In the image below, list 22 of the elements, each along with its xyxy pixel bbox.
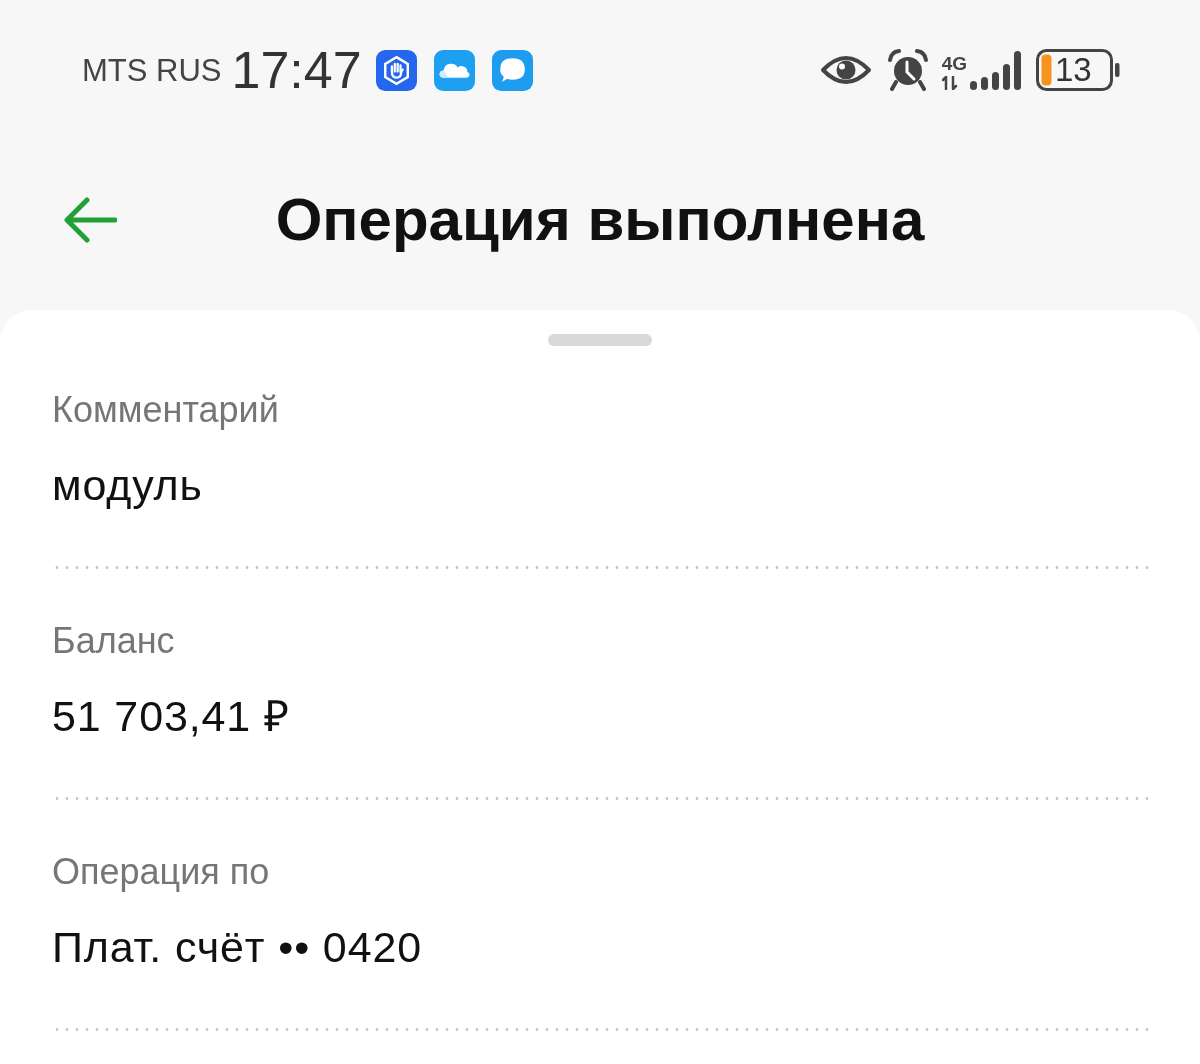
alarm-clock-icon <box>886 49 929 91</box>
field-label: Комментарий <box>52 388 280 432</box>
eye-icon <box>819 54 872 86</box>
field-label: Баланс <box>52 619 176 663</box>
drag-handle[interactable] <box>548 334 652 346</box>
hand-icon <box>375 49 417 91</box>
carrier-name: MTS RUS <box>82 54 222 86</box>
field-value: Плат. счёт •• 0420 <box>52 923 423 971</box>
field-value: 51 703,41 ₽ <box>52 692 291 740</box>
chat-bubble-icon <box>491 49 533 91</box>
signal-strength-icon <box>969 50 1022 90</box>
battery-icon <box>1036 49 1120 91</box>
field-value: модуль <box>52 461 204 509</box>
network-type: 4G <box>941 54 967 73</box>
field-label: Операция по <box>52 850 271 894</box>
page-title: Операция выполнена <box>275 190 925 250</box>
data-arrows-icon <box>941 76 958 90</box>
back-arrow-icon <box>63 197 117 243</box>
cloud-icon <box>433 49 475 91</box>
battery-percentage: 13 <box>1055 53 1092 87</box>
back-button[interactable] <box>62 195 118 245</box>
clock-time: 17:47 <box>231 44 362 96</box>
